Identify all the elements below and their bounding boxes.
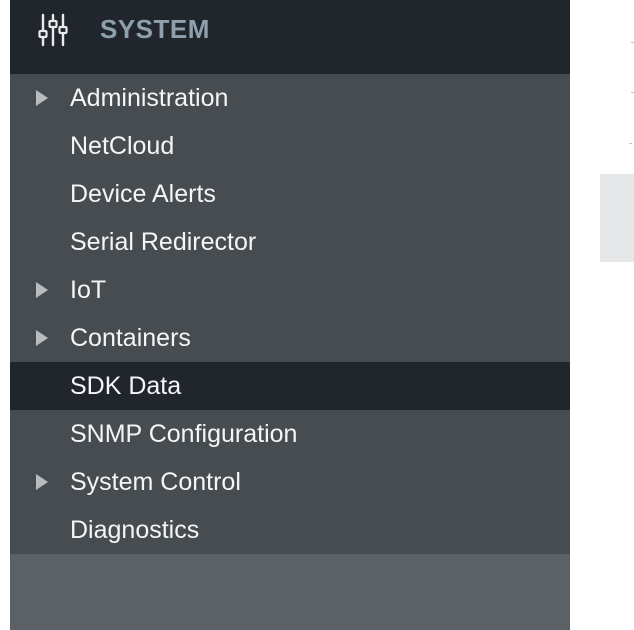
- expand-arrow-icon[interactable]: [36, 474, 48, 490]
- sliders-icon: [38, 13, 68, 47]
- sidebar-item-sdk-data[interactable]: SDK Data: [10, 362, 570, 410]
- system-sidebar: SYSTEM Administration NetCloud Device Aler…: [10, 0, 570, 630]
- sidebar-item-label: SDK Data: [70, 372, 182, 400]
- sidebar-menu: Administration NetCloud Device Alerts Seria…: [10, 74, 570, 554]
- sidebar-item-label: Containers: [70, 324, 191, 352]
- sidebar-item-label: Diagnostics: [70, 516, 200, 544]
- expand-arrow-icon[interactable]: [36, 90, 48, 106]
- content-panel: [600, 174, 634, 262]
- page: SYSTEM Administration NetCloud Device Aler…: [0, 0, 634, 630]
- sidebar-item-label: IoT: [70, 276, 107, 304]
- sidebar-item-device-alerts[interactable]: Device Alerts: [10, 170, 570, 218]
- sidebar-item-label: SNMP Configuration: [70, 420, 298, 448]
- divider-mark: [629, 143, 632, 144]
- expand-arrow-icon[interactable]: [36, 330, 48, 346]
- sidebar-item-serial-redirector[interactable]: Serial Redirector: [10, 218, 570, 266]
- sidebar-item-administration[interactable]: Administration: [10, 74, 570, 122]
- sidebar-item-label: NetCloud: [70, 132, 175, 160]
- sidebar-item-snmp-configuration[interactable]: SNMP Configuration: [10, 410, 570, 458]
- sidebar-item-netcloud[interactable]: NetCloud: [10, 122, 570, 170]
- sidebar-header: SYSTEM: [10, 0, 570, 74]
- sidebar-item-containers[interactable]: Containers: [10, 314, 570, 362]
- sidebar-item-diagnostics[interactable]: Diagnostics: [10, 506, 570, 554]
- content-area: [570, 0, 634, 630]
- sidebar-item-label: Administration: [70, 84, 229, 112]
- sidebar-title: SYSTEM: [100, 14, 210, 44]
- expand-arrow-icon[interactable]: [36, 282, 48, 298]
- sidebar-item-iot[interactable]: IoT: [10, 266, 570, 314]
- sidebar-item-label: Device Alerts: [70, 180, 216, 208]
- sidebar-item-system-control[interactable]: System Control: [10, 458, 570, 506]
- sidebar-item-label: System Control: [70, 468, 241, 496]
- sidebar-item-label: Serial Redirector: [70, 228, 257, 256]
